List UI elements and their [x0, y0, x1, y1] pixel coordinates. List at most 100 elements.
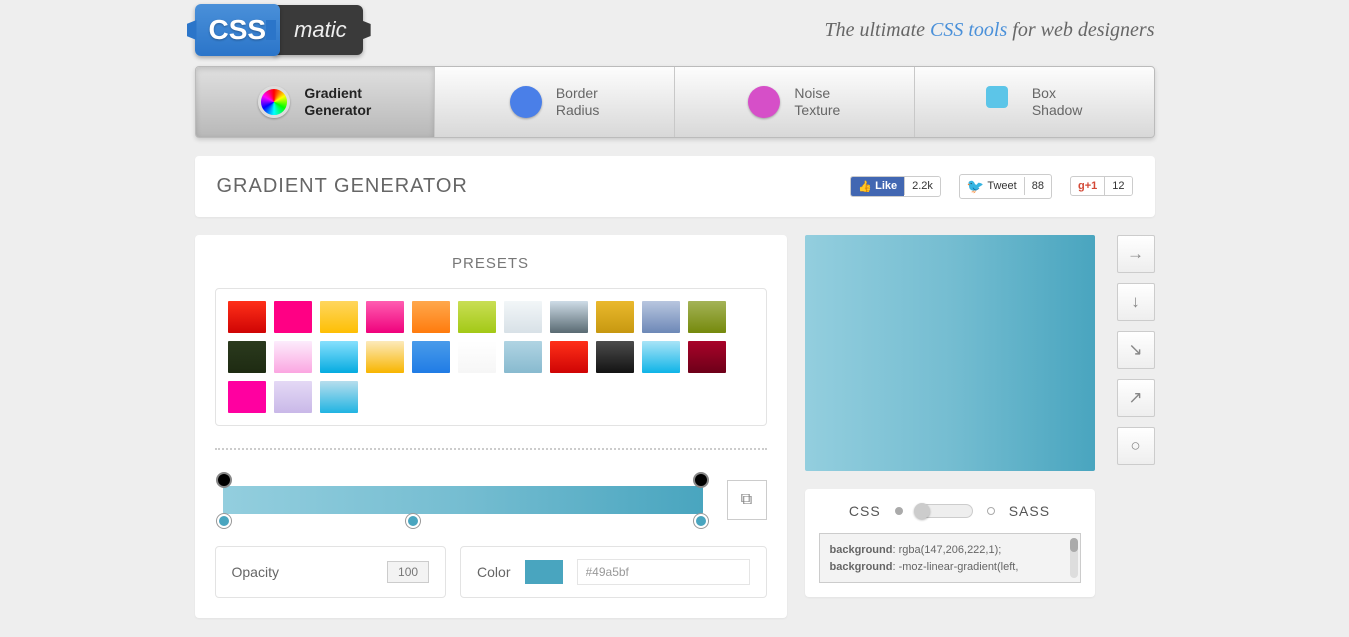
- social-buttons: 👍Like 2.2k 🐦Tweet 88 g+1 12: [850, 174, 1132, 199]
- code-line: background: rgba(147,206,222,1);: [830, 542, 1070, 560]
- opacity-stop-right[interactable]: [693, 472, 709, 488]
- color-stop-3[interactable]: [694, 514, 708, 528]
- color-control: Color: [460, 546, 766, 598]
- tab-label: Noise Texture: [794, 85, 840, 119]
- preset-swatch-6[interactable]: [504, 301, 542, 333]
- preset-swatch-12[interactable]: [274, 341, 312, 373]
- tagline-post: for web designers: [1007, 19, 1154, 41]
- preset-swatch-11[interactable]: [228, 341, 266, 373]
- preset-swatch-15[interactable]: [412, 341, 450, 373]
- logo-matic: matic: [274, 5, 363, 55]
- divider: [215, 448, 767, 450]
- page-title: GRADIENT GENERATOR: [217, 175, 468, 198]
- preset-swatch-16[interactable]: [458, 341, 496, 373]
- tw-count: 88: [1024, 177, 1051, 195]
- color-stop-1[interactable]: [217, 514, 231, 528]
- gp-count: 12: [1104, 177, 1131, 195]
- opacity-stop-left[interactable]: [216, 472, 232, 488]
- code-output[interactable]: background: rgba(147,206,222,1);backgrou…: [819, 533, 1081, 583]
- logo[interactable]: CSS matic: [195, 4, 363, 56]
- g-icon: g: [1078, 180, 1085, 192]
- workspace: PRESETS ⧉ Opacity: [195, 235, 1155, 618]
- direction-button-3[interactable]: ↗: [1117, 379, 1155, 417]
- preset-swatch-18[interactable]: [550, 341, 588, 373]
- tab-box-shadow[interactable]: Box Shadow: [915, 67, 1154, 137]
- preset-swatch-3[interactable]: [366, 301, 404, 333]
- preview-column: CSS SASS background: rgba(147,206,222,1)…: [805, 235, 1155, 597]
- direction-button-2[interactable]: ↘: [1117, 331, 1155, 369]
- sass-label: SASS: [1009, 503, 1050, 519]
- tab-gradient-generator[interactable]: Gradient Generator: [196, 67, 436, 137]
- opacity-control: Opacity: [215, 546, 447, 598]
- preset-swatch-23[interactable]: [274, 381, 312, 413]
- preset-swatch-24[interactable]: [320, 381, 358, 413]
- logo-css: CSS: [195, 4, 281, 56]
- gradient-bar: [223, 486, 703, 514]
- preset-swatch-4[interactable]: [412, 301, 450, 333]
- tagline: The ultimate CSS tools for web designers: [824, 19, 1154, 42]
- direction-button-4[interactable]: ○: [1117, 427, 1155, 465]
- tab-noise-texture[interactable]: Noise Texture: [675, 67, 915, 137]
- gradient-preview: [805, 235, 1095, 471]
- tab-label: Gradient Generator: [304, 85, 371, 119]
- code-line: background: -moz-linear-gradient(left,: [830, 559, 1070, 577]
- code-prop: background: [830, 561, 893, 573]
- border-radius-icon: [510, 86, 542, 118]
- preset-swatch-8[interactable]: [596, 301, 634, 333]
- code-prop: background: [830, 544, 893, 556]
- preset-swatch-5[interactable]: [458, 301, 496, 333]
- preset-swatch-13[interactable]: [320, 341, 358, 373]
- preset-swatch-0[interactable]: [228, 301, 266, 333]
- preset-swatch-2[interactable]: [320, 301, 358, 333]
- tagline-pre: The ultimate: [824, 19, 930, 41]
- scrollbar-thumb[interactable]: [1070, 538, 1078, 552]
- fb-count: 2.2k: [904, 177, 940, 195]
- preset-swatch-10[interactable]: [688, 301, 726, 333]
- gradient-slider-row: ⧉: [215, 472, 767, 528]
- color-stop-2[interactable]: [406, 514, 420, 528]
- direction-button-0[interactable]: →: [1117, 235, 1155, 273]
- tab-label: Box Shadow: [1032, 85, 1083, 119]
- facebook-like-button[interactable]: 👍Like 2.2k: [850, 176, 941, 197]
- preset-swatch-7[interactable]: [550, 301, 588, 333]
- opacity-input[interactable]: [387, 561, 429, 583]
- tweet-button[interactable]: 🐦Tweet 88: [959, 174, 1052, 199]
- color-hex-input[interactable]: [577, 559, 750, 585]
- preset-swatch-17[interactable]: [504, 341, 542, 373]
- google-plus-button[interactable]: g+1 12: [1070, 176, 1133, 196]
- preset-swatch-9[interactable]: [642, 301, 680, 333]
- preset-swatch-19[interactable]: [596, 341, 634, 373]
- gradient-slider[interactable]: [215, 472, 711, 528]
- box-shadow-icon: [986, 86, 1018, 118]
- presets-heading: PRESETS: [215, 255, 767, 272]
- tool-tabs: Gradient Generator Border Radius Noise T…: [195, 66, 1155, 138]
- thumbs-up-icon: 👍: [858, 180, 872, 193]
- preset-swatch-14[interactable]: [366, 341, 404, 373]
- preset-swatch-22[interactable]: [228, 381, 266, 413]
- tab-label: Border Radius: [556, 85, 600, 119]
- preset-swatches: [215, 288, 767, 426]
- code-format-toggle: CSS SASS: [819, 503, 1081, 519]
- direction-buttons: → ↓ ↘ ↗ ○: [1117, 235, 1155, 465]
- dot-indicator: [895, 507, 903, 515]
- header: CSS matic The ultimate CSS tools for web…: [195, 0, 1155, 66]
- twitter-bird-icon: 🐦: [967, 178, 984, 195]
- swap-stops-button[interactable]: ⧉: [727, 480, 767, 520]
- code-panel: CSS SASS background: rgba(147,206,222,1)…: [805, 489, 1095, 597]
- color-swatch[interactable]: [525, 560, 563, 584]
- preset-swatch-1[interactable]: [274, 301, 312, 333]
- swap-icon: ⧉: [741, 491, 752, 509]
- control-row: Opacity Color: [215, 546, 767, 598]
- preset-swatch-20[interactable]: [642, 341, 680, 373]
- tagline-em: CSS tools: [930, 19, 1007, 41]
- css-sass-toggle[interactable]: [917, 504, 973, 518]
- dot-indicator: [987, 507, 995, 515]
- gradient-wheel-icon: [258, 86, 290, 118]
- direction-button-1[interactable]: ↓: [1117, 283, 1155, 321]
- opacity-label: Opacity: [232, 564, 279, 580]
- preset-swatch-21[interactable]: [688, 341, 726, 373]
- color-label: Color: [477, 564, 510, 580]
- editor-panel: PRESETS ⧉ Opacity: [195, 235, 787, 618]
- css-label: CSS: [849, 503, 881, 519]
- tab-border-radius[interactable]: Border Radius: [435, 67, 675, 137]
